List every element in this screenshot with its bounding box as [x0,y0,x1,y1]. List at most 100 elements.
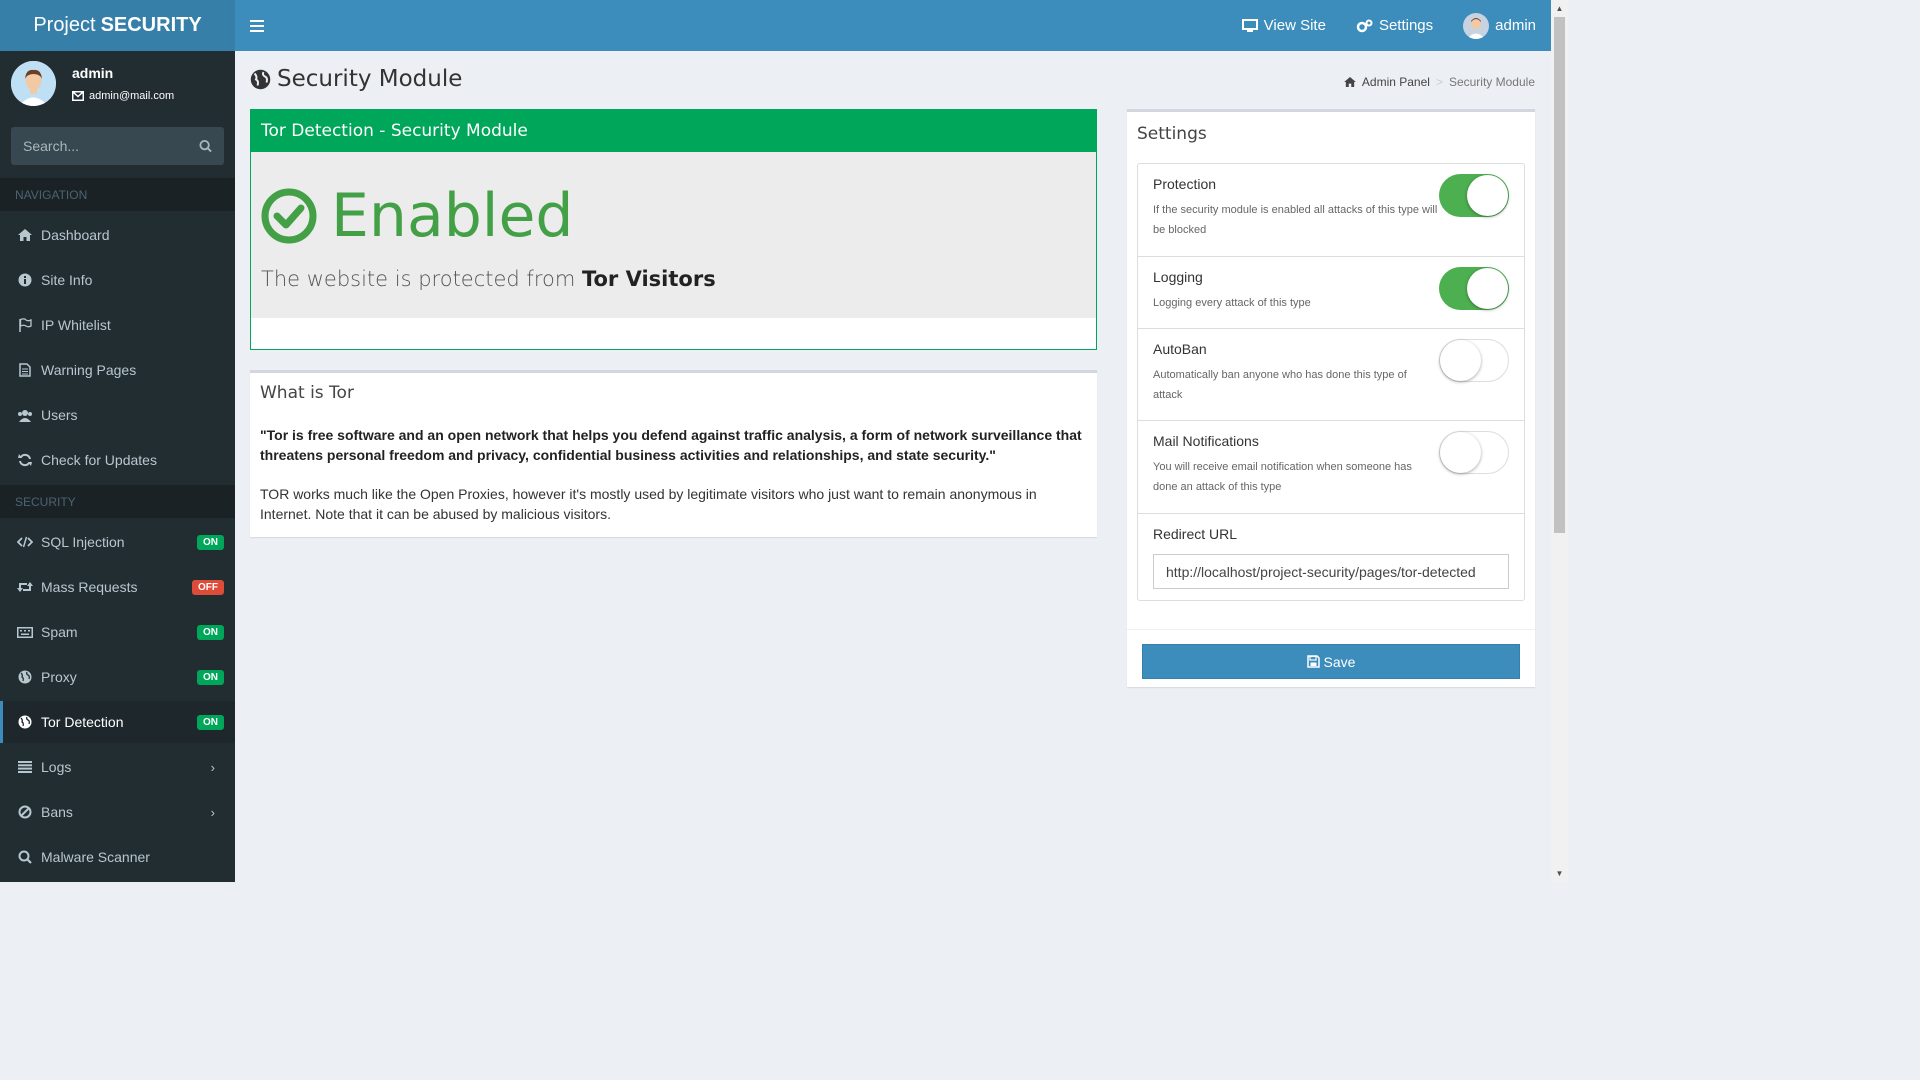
sidebar-item-dashboard[interactable]: Dashboard [0,214,235,256]
breadcrumb-current: Security Module [1448,75,1535,89]
setting-hint: You will receive email notification when… [1153,461,1412,493]
sidebar-item-ip-whitelist[interactable]: IP Whitelist [0,304,235,346]
sidebar-item-label: Malware Scanner [41,849,150,865]
save-button[interactable]: Save [1142,644,1520,679]
sidebar-item-site-info[interactable]: Site Info [0,259,235,301]
sidebar-search [11,127,224,165]
redirect-url-input[interactable] [1153,554,1509,589]
brand-light: Project [33,14,96,36]
settings-label: Settings [1378,17,1434,34]
code-icon [17,534,33,550]
sidebar-item-label: Site Info [41,272,93,288]
sidebar-item-tor-detection[interactable]: Tor Detection ON [0,701,235,743]
user-menu-label: admin [1495,17,1536,34]
search-input[interactable] [23,138,199,154]
users-icon [17,407,33,423]
user-email: admin@mail.com [72,90,174,102]
nav-header-navigation: NAVIGATION [0,178,235,211]
retweet-icon [17,579,33,595]
view-site-link[interactable]: View Site [1227,0,1341,51]
module-status-box: Tor Detection - Security Module Enabled … [250,109,1097,350]
sidebar-item-label: Warning Pages [41,362,137,378]
page-scrollbar[interactable]: ▲ ▼ [1551,0,1568,882]
sidebar-item-malware-scanner[interactable]: Malware Scanner [0,836,235,878]
setting-label: Redirect URL [1153,526,1238,542]
sidebar-item-label: Bans [41,804,73,820]
sidebar-item-label: Dashboard [41,227,110,243]
user-panel: admin admin@mail.com [0,51,235,119]
mail-notifications-toggle[interactable] [1439,431,1509,474]
module-status-body: Enabled The website is protected from To… [251,152,1096,318]
user-menu[interactable]: admin [1448,0,1551,51]
scroll-up-arrow[interactable]: ▲ [1551,0,1568,17]
info-description: TOR works much like the Open Proxies, ho… [260,486,1037,522]
search-icon [17,849,33,865]
search-icon[interactable] [199,139,212,153]
sidebar-item-label: Proxy [41,669,77,685]
check-circle-icon [261,188,317,244]
breadcrumb: Admin Panel > Security Module [1344,75,1535,89]
setting-hint: If the security module is enabled all at… [1153,204,1438,236]
settings-title: Settings [1137,124,1207,144]
breadcrumb-home[interactable]: Admin Panel [1362,75,1430,89]
info-box: What is Tor "Tor is free software and an… [250,370,1097,537]
setting-hint: Logging every attack of this type [1153,297,1311,309]
sidebar-item-check-updates[interactable]: Check for Updates [0,439,235,481]
menu-icon [250,19,264,32]
gears-icon [1356,19,1373,32]
setting-autoban: AutoBan Automatically ban anyone who has… [1138,329,1524,421]
logging-toggle[interactable] [1439,267,1509,310]
autoban-toggle[interactable] [1439,339,1509,382]
home-icon [17,227,33,243]
avatar [11,61,56,106]
status-badge: OFF [192,579,224,595]
status-row: Enabled [261,186,573,246]
sidebar-item-label: Check for Updates [41,452,157,468]
globe-icon [250,69,271,89]
breadcrumb-separator: > [1435,75,1443,89]
settings-list: Protection If the security module is ena… [1137,163,1525,601]
sidebar-item-logs[interactable]: Logs › [0,746,235,788]
toggle-knob [1467,268,1508,309]
file-text-icon [17,362,33,378]
sidebar-item-users[interactable]: Users [0,394,235,436]
top-navbar: View Site Settings admin [235,0,1551,51]
globe-icon [17,714,33,730]
status-text: Enabled [331,181,574,251]
status-badge: ON [197,669,224,685]
sidebar-item-label: Tor Detection [41,714,124,730]
flag-icon [17,317,33,333]
sidebar-item-proxy[interactable]: Proxy ON [0,656,235,698]
protection-toggle[interactable] [1439,174,1509,217]
sidebar-item-mass-requests[interactable]: Mass Requests OFF [0,566,235,608]
sidebar-item-bans[interactable]: Bans › [0,791,235,833]
sidebar-toggle-button[interactable] [235,0,279,51]
protected-prefix: The website is protected from [261,267,582,291]
setting-mail-notifications: Mail Notifications You will receive emai… [1138,421,1524,514]
setting-logging: Logging Logging every attack of this typ… [1138,257,1524,329]
settings-link[interactable]: Settings [1341,0,1448,51]
sidebar-item-label: Mass Requests [41,579,138,595]
toggle-knob [1440,340,1481,381]
protected-message: The website is protected from Tor Visito… [261,267,716,291]
scroll-down-arrow[interactable]: ▼ [1551,865,1568,882]
setting-redirect-url: Redirect URL [1138,514,1524,600]
brand-bold: SECURITY [100,14,202,36]
toggle-knob [1467,175,1508,216]
scroll-thumb[interactable] [1554,17,1565,533]
chevron-right-icon: › [210,759,215,775]
sidebar-item-spam[interactable]: Spam ON [0,611,235,653]
brand-logo[interactable]: Project SECURITY [0,0,235,51]
sidebar-item-label: IP Whitelist [41,317,111,333]
user-email-text: admin@mail.com [89,90,175,102]
page-title: Security Module [250,66,462,92]
sidebar-item-label: Spam [41,624,78,640]
sidebar-item-sql-injection[interactable]: SQL Injection ON [0,521,235,563]
status-badge: ON [197,714,224,730]
sidebar-item-warning-pages[interactable]: Warning Pages [0,349,235,391]
desktop-icon [1241,18,1258,32]
user-name: admin [72,65,114,81]
module-status-header: Tor Detection - Security Module [251,110,1096,152]
chevron-right-icon: › [210,804,215,820]
list-icon [17,759,33,775]
